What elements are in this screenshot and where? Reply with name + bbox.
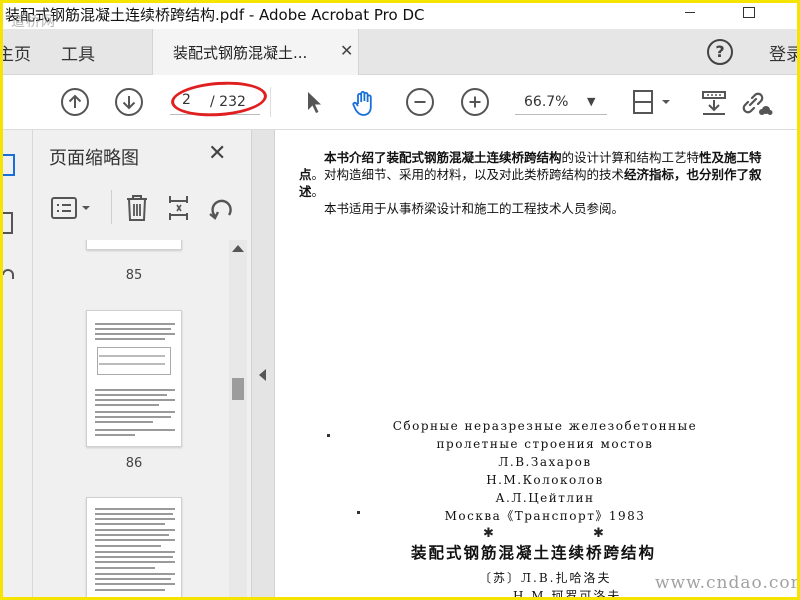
home-tab[interactable]: 主页 [3, 40, 31, 65]
russian-line: Н.М.Колоколов [486, 473, 604, 487]
rotate-page-button[interactable] [207, 192, 237, 224]
russian-line: Москва《Транспорт》1983 [444, 509, 646, 523]
page-thumbnails-panel: 页面缩略图 ✕ 85 86 [33, 130, 251, 597]
russian-line: Л.В.Захаров [498, 455, 592, 469]
delete-page-button[interactable] [123, 192, 151, 224]
author-line: 〔苏〕Л.В.扎哈洛夫 [479, 571, 612, 585]
hand-icon [352, 91, 372, 116]
close-panel-icon[interactable]: ✕ [208, 141, 226, 166]
zoom-dropdown[interactable]: 66.7% ▼ [515, 89, 607, 115]
document-tab[interactable]: 装配式钢筋混凝土... ✕ [152, 29, 359, 75]
plus-icon [469, 96, 481, 108]
tools-tab[interactable]: 工具 [61, 40, 95, 65]
toolbar: / 232 66.7% ▼ [3, 75, 797, 130]
page-thumbnail[interactable] [86, 310, 182, 447]
separator-star-icon: ✱ [483, 526, 494, 541]
thumbnail-page-number: 86 [125, 456, 143, 471]
zoom-value: 66.7% [524, 94, 569, 110]
hand-tool-button[interactable] [349, 88, 377, 116]
thumbnails-nav-icon[interactable] [3, 152, 17, 178]
separator-star-icon: ✱ [593, 526, 604, 541]
bookmarks-nav-icon[interactable] [3, 210, 17, 236]
rotate-icon [209, 199, 232, 220]
help-icon[interactable]: ? [707, 39, 733, 65]
russian-line: Сборные неразрезные железобетонные [392, 419, 698, 433]
panel-title: 页面缩略图 [49, 148, 139, 169]
close-tab-icon[interactable]: ✕ [340, 41, 353, 60]
collapse-panel-arrow-icon[interactable] [259, 369, 266, 381]
arrow-up-icon [68, 94, 82, 108]
login-link[interactable]: 登录 [769, 40, 797, 65]
chinese-book-title: 装配式钢筋混凝土连续桥跨结构 [411, 544, 657, 562]
tab-bar: 主页 工具 装配式钢筋混凝土... ✕ ? 登录 [3, 29, 797, 75]
left-navigation-rail [3, 130, 33, 597]
maximize-button[interactable] [733, 3, 779, 29]
minus-icon [414, 101, 426, 103]
previous-page-button[interactable] [61, 88, 89, 116]
select-tool-button[interactable] [299, 88, 327, 116]
intro-paragraph-1: 本书介绍了装配式钢筋混凝土连续桥跨结构的设计计算和结构工艺特性及施工特点。对构造… [299, 150, 762, 199]
cursor-arrow-icon [308, 92, 321, 113]
arrow-down-icon [122, 96, 136, 110]
thumbnail-scrollbar[interactable] [229, 240, 247, 597]
share-link-button[interactable] [739, 88, 773, 116]
watermark-logo: 道桥网 [11, 14, 56, 30]
panel-tools-divider [111, 190, 112, 224]
trash-icon [127, 195, 147, 221]
zoom-out-button[interactable] [406, 88, 434, 116]
scroll-mode-icon [702, 91, 726, 115]
russian-line: пролетные строения мостов [436, 437, 654, 451]
thumbnail-page-number: 85 [125, 268, 143, 283]
page-display-button[interactable] [631, 88, 675, 116]
intro-paragraph-2: 本书适用于从事桥梁设计和施工的工程技术人员参阅。 [324, 201, 625, 216]
attachments-nav-icon[interactable] [3, 265, 19, 285]
options-menu-button[interactable] [49, 194, 99, 222]
extract-pages-button[interactable] [165, 192, 193, 224]
figure-placeholder [97, 347, 171, 375]
document-tab-label: 装配式钢筋混凝土... [173, 44, 308, 62]
page-thumbnail[interactable] [86, 497, 182, 597]
page-thumbnail[interactable] [86, 240, 182, 250]
intro-text: 本书介绍了装配式钢筋混凝土连续桥跨结构的设计计算和结构工艺特性及施工特点。对构造… [299, 149, 783, 217]
link-icon [742, 92, 773, 115]
minimize-button[interactable] [651, 3, 697, 29]
watermark-url: www.cndao.com [655, 573, 797, 593]
window-title: 装配式钢筋混凝土连续桥跨结构.pdf - Adobe Acrobat Pro D… [5, 6, 425, 24]
acrobat-window: 装配式钢筋混凝土连续桥跨结构.pdf - Adobe Acrobat Pro D… [3, 3, 797, 597]
author-line: Н.М.珂罗可洛夫 [513, 589, 622, 597]
panel-splitter[interactable] [251, 130, 275, 597]
next-page-button[interactable] [115, 88, 143, 116]
russian-line: А.Л.Цейтлин [495, 491, 595, 505]
zoom-in-button[interactable] [461, 88, 489, 116]
scroll-mode-button[interactable] [699, 88, 727, 116]
scrollbar-thumb[interactable] [232, 378, 244, 400]
document-view: 本书介绍了装配式钢筋混凝土连续桥跨结构的设计计算和结构工艺特性及施工特点。对构造… [275, 130, 797, 597]
title-bar: 装配式钢筋混凝土连续桥跨结构.pdf - Adobe Acrobat Pro D… [3, 3, 797, 30]
chevron-down-icon: ▼ [587, 95, 596, 108]
scroll-up-arrow-icon[interactable] [232, 245, 244, 252]
page-extract-icon [169, 196, 188, 220]
options-list-icon [51, 197, 90, 219]
toolbar-divider [270, 87, 271, 117]
russian-title-block: Сборные неразрезные железобетонные проле… [375, 417, 715, 525]
thumbnail-list: 85 86 [33, 240, 251, 597]
thumbnail-toolbar [33, 178, 251, 238]
page-fit-icon [633, 90, 670, 114]
